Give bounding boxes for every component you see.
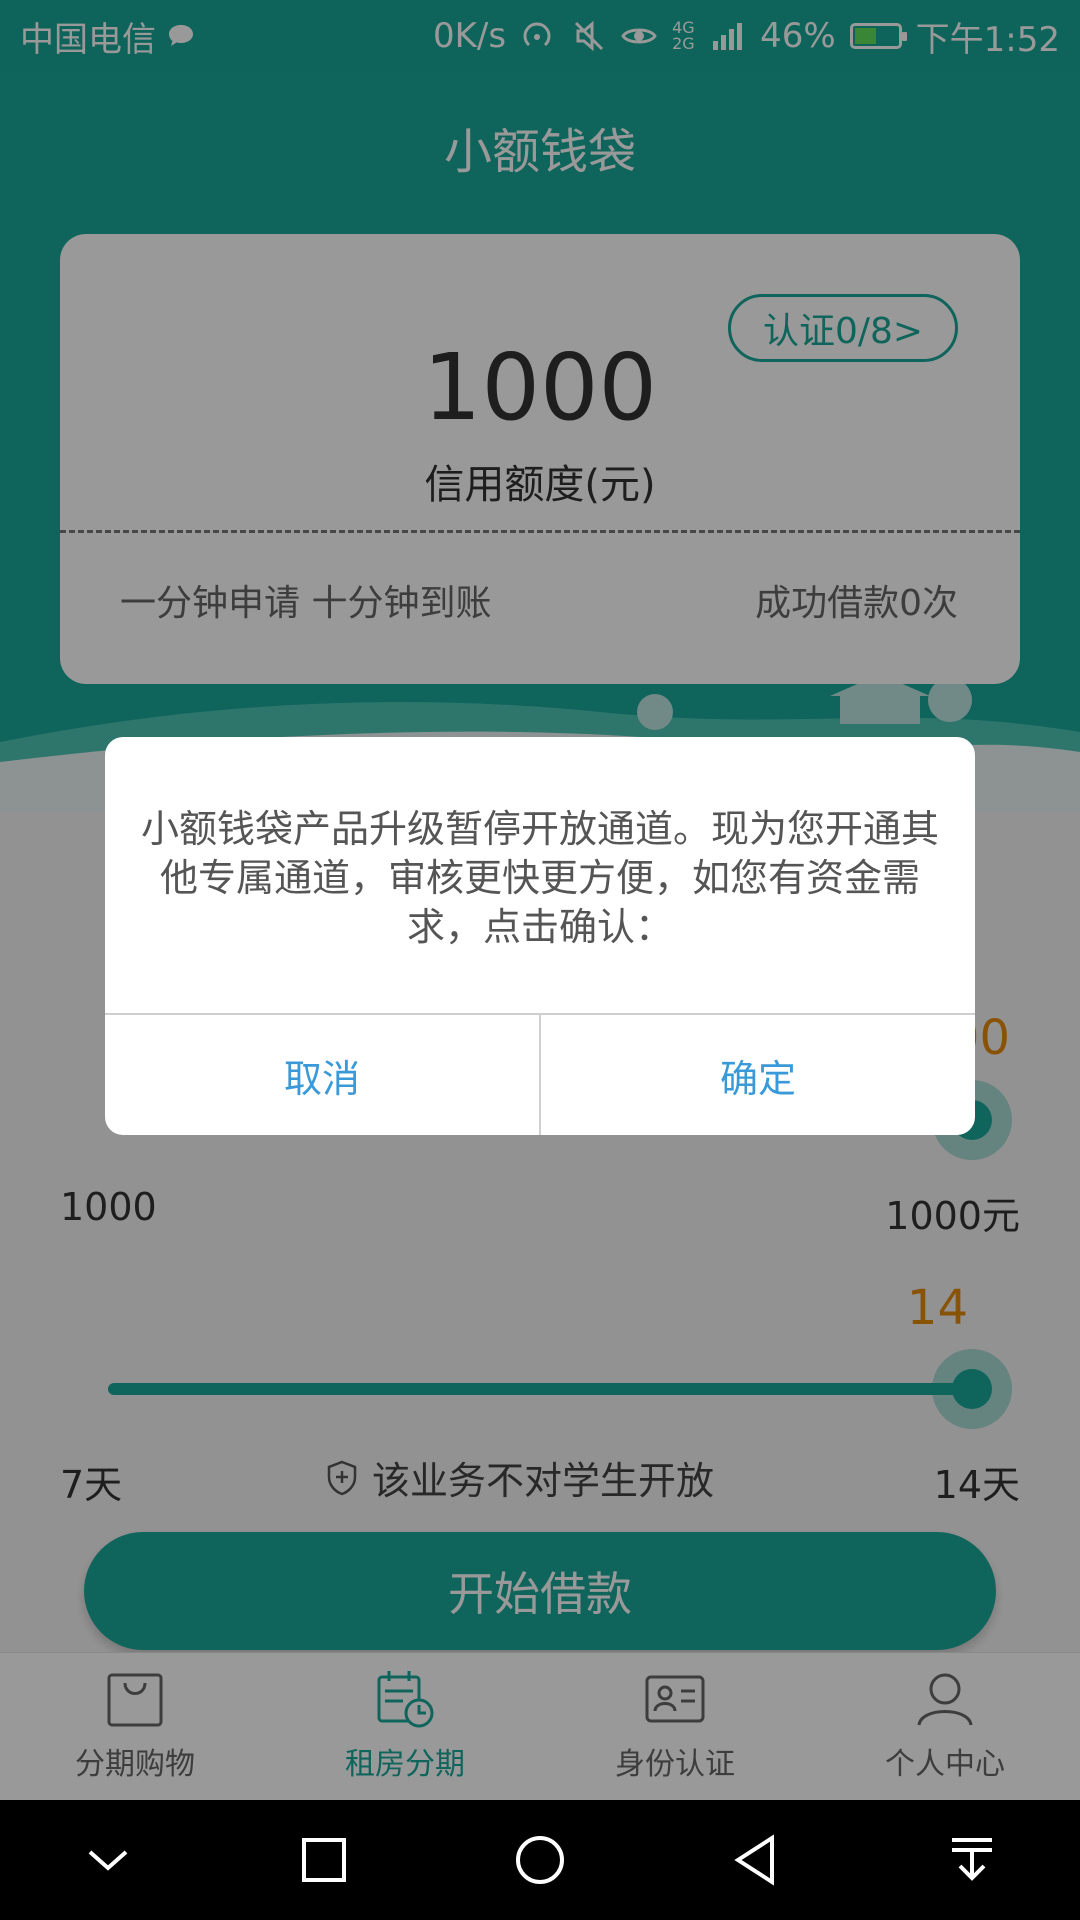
square-icon[interactable] (296, 1832, 352, 1888)
confirm-button[interactable]: 确定 (541, 1015, 975, 1135)
home-circle-icon[interactable] (512, 1832, 568, 1888)
back-triangle-icon[interactable] (728, 1832, 784, 1888)
cancel-button[interactable]: 取消 (105, 1015, 541, 1135)
notice-dialog: 小额钱袋产品升级暂停开放通道。现为您开通其他专属通道，审核更快更方便，如您有资金… (105, 737, 975, 1135)
app-screen: 中国电信 0K/s 4G 2G 46% 下午1:52 小额钱袋 认证0/8> 1… (0, 0, 1080, 1920)
notification-pull-icon[interactable] (944, 1832, 1000, 1888)
dialog-message: 小额钱袋产品升级暂停开放通道。现为您开通其他专属通道，审核更快更方便，如您有资金… (140, 807, 939, 949)
dialog-buttons: 取消 确定 (105, 1015, 975, 1135)
system-navigation-bar (0, 1800, 1080, 1920)
chevron-down-icon[interactable] (80, 1832, 136, 1888)
